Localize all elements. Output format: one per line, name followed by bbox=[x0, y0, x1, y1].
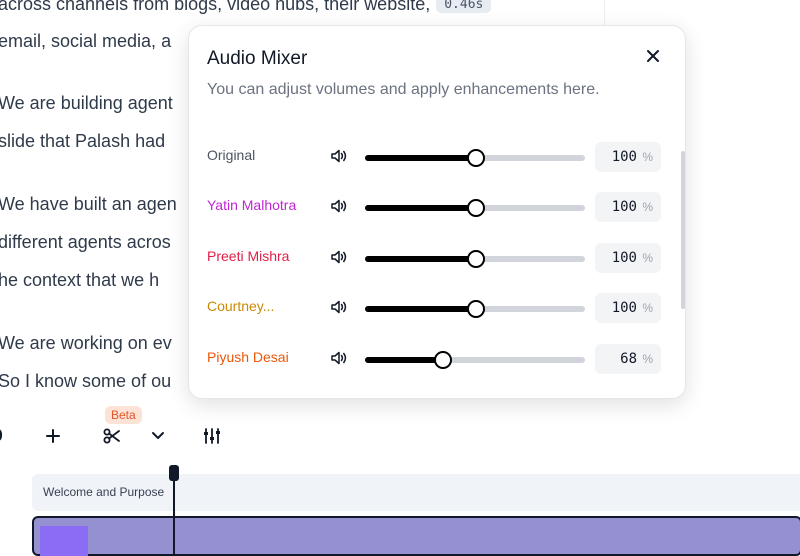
track-name: Original bbox=[207, 147, 256, 163]
volume-value: 100 bbox=[611, 300, 637, 316]
track-name: Preeti Mishra bbox=[207, 248, 290, 264]
transcript-line[interactable]: across channels from blogs, video hubs, … bbox=[0, 0, 492, 15]
close-icon[interactable] bbox=[640, 43, 666, 69]
percent-unit: % bbox=[642, 150, 653, 164]
playhead-handle[interactable] bbox=[169, 465, 179, 481]
percent-unit: % bbox=[642, 301, 653, 315]
mixer-row: Piyush Desai 68% bbox=[189, 338, 685, 378]
dialog-subtitle: You can adjust volumes and apply enhance… bbox=[207, 81, 600, 98]
volume-value: 100 bbox=[611, 149, 637, 165]
chevron-down-icon[interactable] bbox=[151, 431, 165, 441]
slider-fill bbox=[365, 205, 475, 211]
slider-fill bbox=[365, 306, 475, 312]
partial-icon[interactable] bbox=[0, 428, 2, 442]
volume-slider[interactable] bbox=[365, 351, 585, 369]
percent-unit: % bbox=[642, 251, 653, 265]
volume-slider[interactable] bbox=[365, 149, 585, 167]
volume-value: 68 bbox=[620, 351, 637, 367]
slider-fill bbox=[365, 357, 442, 363]
chapter-bar[interactable]: Welcome and Purpose bbox=[32, 474, 800, 511]
slider-thumb[interactable] bbox=[434, 351, 452, 369]
mixer-row: Preeti Mishra 100% bbox=[189, 237, 685, 277]
volume-slider[interactable] bbox=[365, 199, 585, 217]
slider-thumb[interactable] bbox=[467, 250, 485, 268]
transcript-line[interactable]: We have built an agen bbox=[0, 194, 177, 215]
volume-value-input[interactable]: 100% bbox=[595, 293, 661, 323]
mixer-row: Courtney... 100% bbox=[189, 287, 685, 327]
volume-slider[interactable] bbox=[365, 300, 585, 318]
transcript-line[interactable]: different agents acros bbox=[0, 232, 171, 253]
volume-value: 100 bbox=[611, 199, 637, 215]
scrollbar[interactable] bbox=[681, 151, 685, 309]
track-name: Piyush Desai bbox=[207, 349, 289, 365]
slider-thumb[interactable] bbox=[467, 300, 485, 318]
track-name: Courtney... bbox=[207, 298, 275, 314]
track-clip[interactable] bbox=[40, 526, 88, 556]
audio-track[interactable] bbox=[32, 516, 800, 556]
audio-mixer-dialog: Audio Mixer You can adjust volumes and a… bbox=[188, 25, 686, 399]
volume-value: 100 bbox=[611, 250, 637, 266]
volume-slider[interactable] bbox=[365, 250, 585, 268]
percent-unit: % bbox=[642, 200, 653, 214]
mixer-row: Original 100% bbox=[189, 136, 685, 176]
chapter-label: Welcome and Purpose bbox=[43, 485, 165, 499]
slider-thumb[interactable] bbox=[467, 199, 485, 217]
transcript-line[interactable]: We are building agent bbox=[0, 93, 173, 114]
volume-value-input[interactable]: 100% bbox=[595, 243, 661, 273]
volume-icon[interactable] bbox=[330, 197, 348, 215]
plus-icon[interactable] bbox=[45, 428, 61, 444]
slider-fill bbox=[365, 256, 475, 262]
transcript-line[interactable]: email, social media, a bbox=[0, 31, 171, 52]
volume-icon[interactable] bbox=[330, 147, 348, 165]
beta-badge: Beta bbox=[105, 406, 142, 424]
track-name: Yatin Malhotra bbox=[207, 197, 297, 213]
volume-icon[interactable] bbox=[330, 298, 348, 316]
timestamp-chip[interactable]: 0.46s bbox=[436, 0, 492, 13]
transcript-line[interactable]: So I know some of ou bbox=[0, 371, 171, 392]
volume-icon[interactable] bbox=[330, 349, 348, 367]
transcript-line[interactable]: We are working on ev bbox=[0, 333, 172, 354]
scissors-icon[interactable] bbox=[103, 427, 121, 445]
volume-value-input[interactable]: 100% bbox=[595, 192, 661, 222]
percent-unit: % bbox=[642, 352, 653, 366]
transcript-line[interactable]: slide that Palash had bbox=[0, 131, 165, 152]
volume-value-input[interactable]: 68% bbox=[595, 344, 661, 374]
volume-icon[interactable] bbox=[330, 248, 348, 266]
transcript-line[interactable]: he context that we h bbox=[0, 270, 159, 291]
slider-thumb[interactable] bbox=[467, 149, 485, 167]
volume-value-input[interactable]: 100% bbox=[595, 142, 661, 172]
slider-fill bbox=[365, 155, 475, 161]
sliders-icon[interactable] bbox=[203, 427, 221, 445]
mixer-row: Yatin Malhotra 100% bbox=[189, 186, 685, 226]
dialog-title: Audio Mixer bbox=[207, 48, 308, 69]
